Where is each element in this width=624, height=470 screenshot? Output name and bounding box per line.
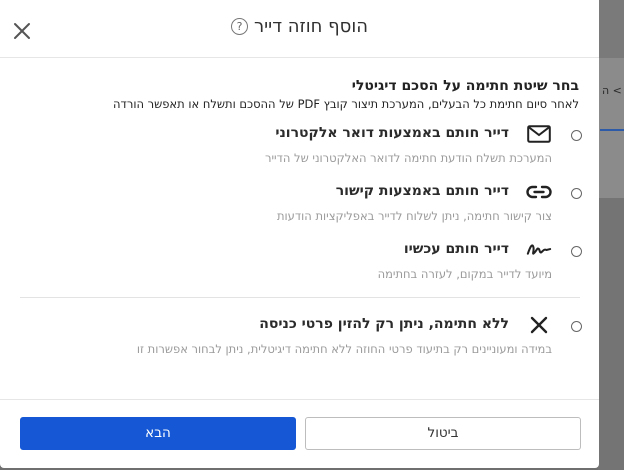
cancel-button[interactable]: ביטול: [305, 417, 581, 450]
options-divider: [20, 297, 580, 298]
next-button[interactable]: הבא: [20, 417, 296, 450]
close-icon[interactable]: [12, 21, 32, 41]
radio-link[interactable]: [571, 188, 582, 199]
help-icon[interactable]: ?: [231, 18, 248, 35]
x-icon: [526, 315, 552, 335]
option-email-label: דייר חותם באמצעות דואר אלקטרוני: [275, 125, 509, 141]
envelope-icon: [526, 124, 552, 144]
section-subtitle: לאחר סיום חתימת כל הבעלים, המערכת תיצור …: [113, 97, 579, 111]
option-no-signature-label: ללא חתימה, ניתן רק להזין פרטי כניסה: [259, 316, 509, 332]
background-panel: [598, 58, 624, 198]
option-link-description: צור קישור חתימה, ניתן לשלוח לדייר באפליק…: [276, 209, 552, 223]
signature-icon: [526, 240, 552, 260]
option-no-signature[interactable]: ללא חתימה, ניתן רק להזין פרטי כניסה במיד…: [0, 315, 599, 365]
radio-email[interactable]: [571, 130, 582, 141]
dialog-title: הוסף חוזה דייר: [254, 16, 368, 37]
option-no-signature-description: במידה ומעוניינים רק בתיעוד פרטי החוזה לל…: [136, 342, 552, 356]
title-group: הוסף חוזה דייר ?: [0, 16, 599, 37]
option-sign-now[interactable]: דייר חותם עכשיו מיועד לדייר במקום, לעזרה…: [0, 240, 599, 290]
option-email[interactable]: דייר חותם באמצעות דואר אלקטרוני המערכת ת…: [0, 124, 599, 174]
option-link[interactable]: דייר חותם באמצעות קישור צור קישור חתימה,…: [0, 182, 599, 232]
background-tab[interactable]: ה <: [602, 84, 624, 102]
background-content: [598, 198, 624, 470]
option-link-label: דייר חותם באמצעות קישור: [335, 183, 509, 199]
footer-divider: [0, 399, 599, 400]
radio-no-signature[interactable]: [571, 321, 582, 332]
dialog-header: הוסף חוזה דייר ?: [0, 0, 599, 58]
section-title: בחר שיטת חתימה על הסכם דיגיטלי: [351, 78, 579, 94]
link-icon: [526, 182, 552, 202]
background-tab-underline: [600, 129, 624, 131]
option-sign-now-description: מיועד לדייר במקום, לעזרה בחתימה: [377, 267, 552, 281]
add-tenant-contract-dialog: הוסף חוזה דייר ? בחר שיטת חתימה על הסכם …: [0, 0, 599, 468]
option-sign-now-label: דייר חותם עכשיו: [403, 241, 509, 257]
option-email-description: המערכת תשלח הודעת חתימה לדואר האלקטרוני …: [264, 151, 552, 165]
radio-sign-now[interactable]: [571, 246, 582, 257]
